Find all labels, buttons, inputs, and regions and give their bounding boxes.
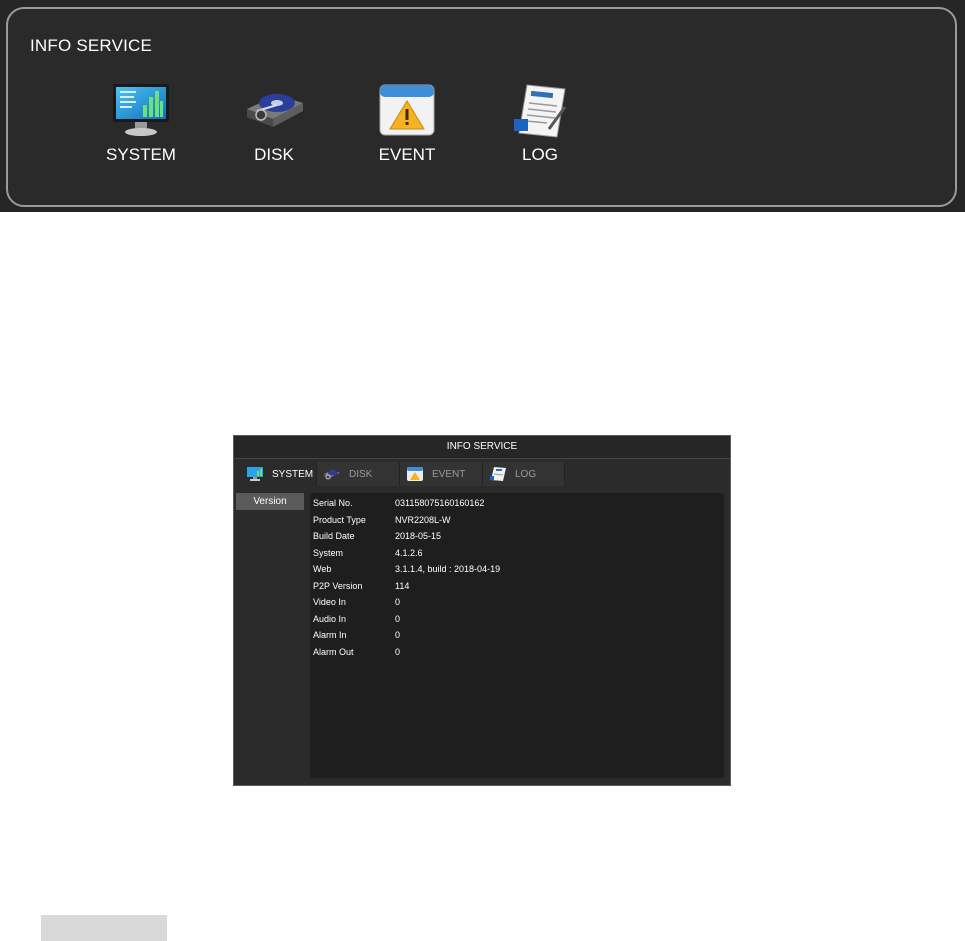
info-key: System — [313, 547, 344, 558]
disk-icon — [247, 94, 303, 127]
info-row: Alarm Out 0 — [313, 644, 400, 660]
info-value: 4.1.2.6 — [395, 547, 423, 558]
info-row: Product Type NVR2208L-W — [313, 512, 451, 528]
menu-frame: INFO SERVICE SYSTEM DISK EVENT LOG — [6, 7, 957, 207]
info-key: Serial No. — [313, 498, 353, 508]
menu-title: INFO SERVICE — [30, 36, 153, 55]
menu-item-system[interactable]: SYSTEM — [86, 79, 196, 165]
version-info-panel: Serial No. 031158075160160162 Product Typ… — [310, 493, 724, 778]
info-row: Build Date 2018-05-15 — [313, 528, 441, 544]
info-value: 031158075160160162 — [395, 498, 485, 508]
info-key: Web — [313, 564, 332, 574]
system-monitor-icon — [247, 467, 263, 481]
info-row: Web 3.1.1.4, build : 2018-04-19 — [313, 561, 500, 577]
info-service-menu-panel: INFO SERVICE SYSTEM DISK EVENT LOG — [0, 0, 965, 212]
tab-label: EVENT — [432, 468, 466, 480]
sidebar-item-version[interactable]: Version — [236, 493, 304, 510]
info-key: Alarm Out — [313, 646, 354, 657]
info-value: 0 — [395, 597, 401, 607]
info-key: Alarm In — [313, 630, 347, 640]
tab-label: LOG — [515, 468, 537, 480]
info-value: 114 — [395, 580, 410, 591]
tab-log[interactable]: LOG — [483, 462, 565, 486]
menu-item-log[interactable]: LOG — [485, 79, 595, 165]
info-row: P2P Version 114 — [313, 578, 409, 594]
info-key: P2P Version — [313, 580, 363, 591]
tab-label: SYSTEM — [272, 468, 314, 480]
info-row: Audio In 0 — [313, 611, 400, 627]
info-key: Build Date — [313, 531, 355, 541]
info-row: Alarm In 0 — [313, 627, 400, 643]
info-row: Video In 0 — [313, 594, 400, 610]
menu-item-label: DISK — [254, 145, 294, 164]
event-warning-icon — [407, 467, 423, 481]
log-document-icon — [490, 467, 506, 481]
window-title: INFO SERVICE — [234, 436, 730, 459]
tab-bar: SYSTEM DISK EVENT LOG — [240, 462, 565, 486]
info-key: Video In — [313, 597, 346, 607]
info-value: 0 — [395, 646, 401, 657]
info-key: Product Type — [313, 514, 366, 525]
info-row: Serial No. 031158075160160162 — [313, 495, 484, 511]
tab-system[interactable]: SYSTEM — [240, 462, 317, 486]
info-service-window: INFO SERVICE SYSTEM DISK EVENT LOG Versi… — [233, 435, 731, 786]
log-document-icon — [514, 84, 567, 138]
menu-item-label: LOG — [522, 145, 558, 164]
tab-label: DISK — [349, 468, 373, 480]
menu-item-label: SYSTEM — [106, 145, 176, 164]
menu-item-event[interactable]: EVENT — [352, 79, 462, 165]
menu-item-disk[interactable]: DISK — [219, 79, 329, 165]
info-value: 2018-05-15 — [395, 531, 442, 541]
menu-item-label: EVENT — [378, 145, 436, 164]
tab-event[interactable]: EVENT — [400, 462, 483, 486]
system-monitor-icon — [113, 84, 169, 136]
info-key: Audio In — [313, 613, 347, 624]
info-value: 0 — [395, 613, 401, 624]
gray-block — [41, 915, 167, 941]
info-value: NVR2208L-W — [395, 514, 451, 525]
disk-icon — [324, 470, 340, 480]
info-value: 0 — [395, 630, 401, 640]
info-value: 3.1.1.4, build : 2018-04-19 — [395, 564, 501, 574]
event-warning-icon — [379, 84, 435, 136]
info-row: System 4.1.2.6 — [313, 545, 423, 561]
tab-disk[interactable]: DISK — [317, 462, 400, 486]
